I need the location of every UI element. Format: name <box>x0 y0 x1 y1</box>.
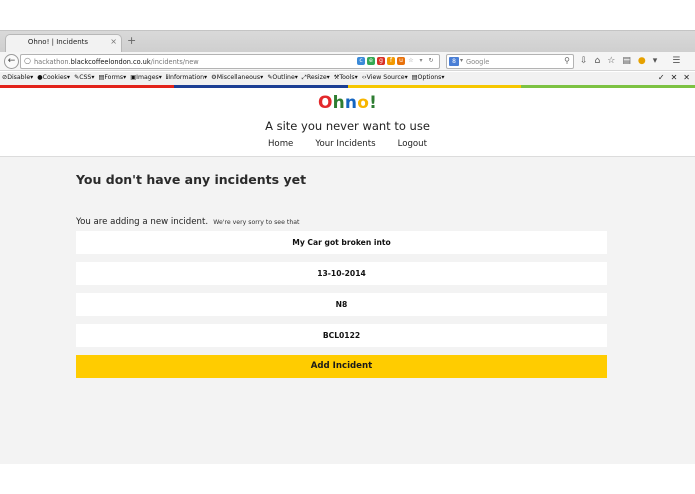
nav-home-link[interactable]: Home <box>268 139 293 149</box>
webdev-css[interactable]: ✎CSS▾ <box>74 74 94 82</box>
date-field[interactable] <box>76 262 607 285</box>
webdev-miscellaneous[interactable]: ⚙Miscellaneous▾ <box>211 74 263 82</box>
chevron-down-icon[interactable]: ▾ <box>460 57 463 64</box>
url-bar[interactable]: ○ hackathon.blackcoffeelondon.co.uk/inci… <box>20 54 440 69</box>
page-bottom <box>0 464 695 494</box>
web-developer-menu: ⊘Disable▾ ●Cookies▾ ✎CSS▾ ▤Forms▾ ▣Image… <box>2 74 445 82</box>
webdev-status: ✓ ✕ ✕ <box>658 73 690 82</box>
reload-icon[interactable]: ↻ <box>427 57 435 65</box>
chevron-down-icon[interactable]: ▾ <box>653 55 658 67</box>
webdev-outline[interactable]: ✎Outline▾ <box>267 74 298 82</box>
addon-icon[interactable]: c <box>357 57 365 65</box>
tab-strip: Ohno! | Incidents × + <box>0 30 695 53</box>
screen: Ohno! | Incidents × + ← ○ hackathon.blac… <box>0 0 695 494</box>
webdev-forms[interactable]: ▤Forms▾ <box>98 74 126 82</box>
webdev-images[interactable]: ▣Images▾ <box>130 74 162 82</box>
check-icon[interactable]: ✓ <box>658 73 665 82</box>
webdev-tools[interactable]: ⚒Tools▾ <box>334 74 358 82</box>
close-icon[interactable]: ✕ <box>671 73 678 82</box>
addon-icon[interactable]: ● <box>638 55 646 67</box>
site-header: Ohno! A site you never want to use Home … <box>0 88 695 157</box>
site-nav: Home Your Incidents Logout <box>0 139 695 149</box>
clipboard-icon[interactable]: ▤ <box>622 55 631 67</box>
main-content: You don't have any incidents yet You are… <box>0 157 695 464</box>
close-tab-icon[interactable]: × <box>110 37 117 46</box>
web-developer-toolbar: ⊘Disable▾ ●Cookies▾ ✎CSS▾ ▤Forms▾ ▣Image… <box>0 72 695 85</box>
menu-icon[interactable]: ☰ <box>672 55 680 67</box>
search-input[interactable]: Google <box>466 58 489 66</box>
close-icon[interactable]: ✕ <box>683 73 690 82</box>
url-bar-tools: c e g f u ☆ ▾ ↻ <box>357 57 435 67</box>
logo-letter: o <box>357 93 370 113</box>
nav-logout-link[interactable]: Logout <box>398 139 427 149</box>
search-icon[interactable]: ⚲ <box>564 56 570 65</box>
webdev-view-source[interactable]: ‹›View Source▾ <box>362 74 408 82</box>
toolbar-icons: ⇩ ⌂ ☆ ▤ ● ▾ ☰ <box>580 55 680 67</box>
nav-your-incidents-link[interactable]: Your Incidents <box>315 139 375 149</box>
logo-letter: h <box>332 93 345 113</box>
tab-title: Ohno! | Incidents <box>27 38 89 46</box>
description-field[interactable] <box>76 231 607 254</box>
form-intro-main: You are adding a new incident. <box>76 217 209 227</box>
navigation-bar: ← ○ hackathon.blackcoffeelondon.co.uk/in… <box>0 52 695 71</box>
addon-icon[interactable]: u <box>397 57 405 65</box>
download-icon[interactable]: ⇩ <box>580 55 588 67</box>
logo-letter: O <box>317 93 333 113</box>
webdev-resize[interactable]: ⤢Resize▾ <box>302 74 330 82</box>
webdev-disable[interactable]: ⊘Disable▾ <box>2 74 33 82</box>
logo-letter: n <box>344 93 358 113</box>
addon-icon[interactable]: f <box>387 57 395 65</box>
site-tagline: A site you never want to use <box>265 119 430 133</box>
add-incident-button[interactable]: Add Incident <box>76 355 607 378</box>
new-tab-icon[interactable]: + <box>127 35 136 47</box>
form-intro: You are adding a new incident. We're ver… <box>76 209 299 228</box>
site-logo[interactable]: Ohno! <box>0 93 695 113</box>
webdev-information[interactable]: ℹInformation▾ <box>166 74 207 82</box>
addon-icon[interactable]: e <box>367 57 375 65</box>
search-bar[interactable]: 8 ▾ Google ⚲ <box>446 54 574 69</box>
reference-field[interactable] <box>76 324 607 347</box>
back-arrow-icon[interactable]: ← <box>4 54 19 69</box>
addon-icon[interactable]: g <box>377 57 385 65</box>
page-title: You don't have any incidents yet <box>76 172 307 187</box>
browser-tab[interactable]: Ohno! | Incidents × <box>5 34 122 53</box>
form-intro-note: We're very sorry to see that <box>213 219 300 226</box>
dropdown-icon[interactable]: ▾ <box>417 57 425 65</box>
home-icon[interactable]: ⌂ <box>595 55 601 67</box>
webdev-cookies[interactable]: ●Cookies▾ <box>37 74 70 82</box>
search-engine-icon[interactable]: 8 <box>449 57 459 66</box>
postcode-field[interactable] <box>76 293 607 316</box>
webdev-options[interactable]: ▤Options▾ <box>412 74 445 82</box>
bookmark-star-icon[interactable]: ☆ <box>407 57 415 65</box>
url-text: hackathon.blackcoffeelondon.co.uk/incide… <box>34 58 199 66</box>
bookmark-star-icon[interactable]: ☆ <box>607 55 615 67</box>
globe-icon: ○ <box>24 56 31 65</box>
logo-letter: ! <box>369 93 378 113</box>
